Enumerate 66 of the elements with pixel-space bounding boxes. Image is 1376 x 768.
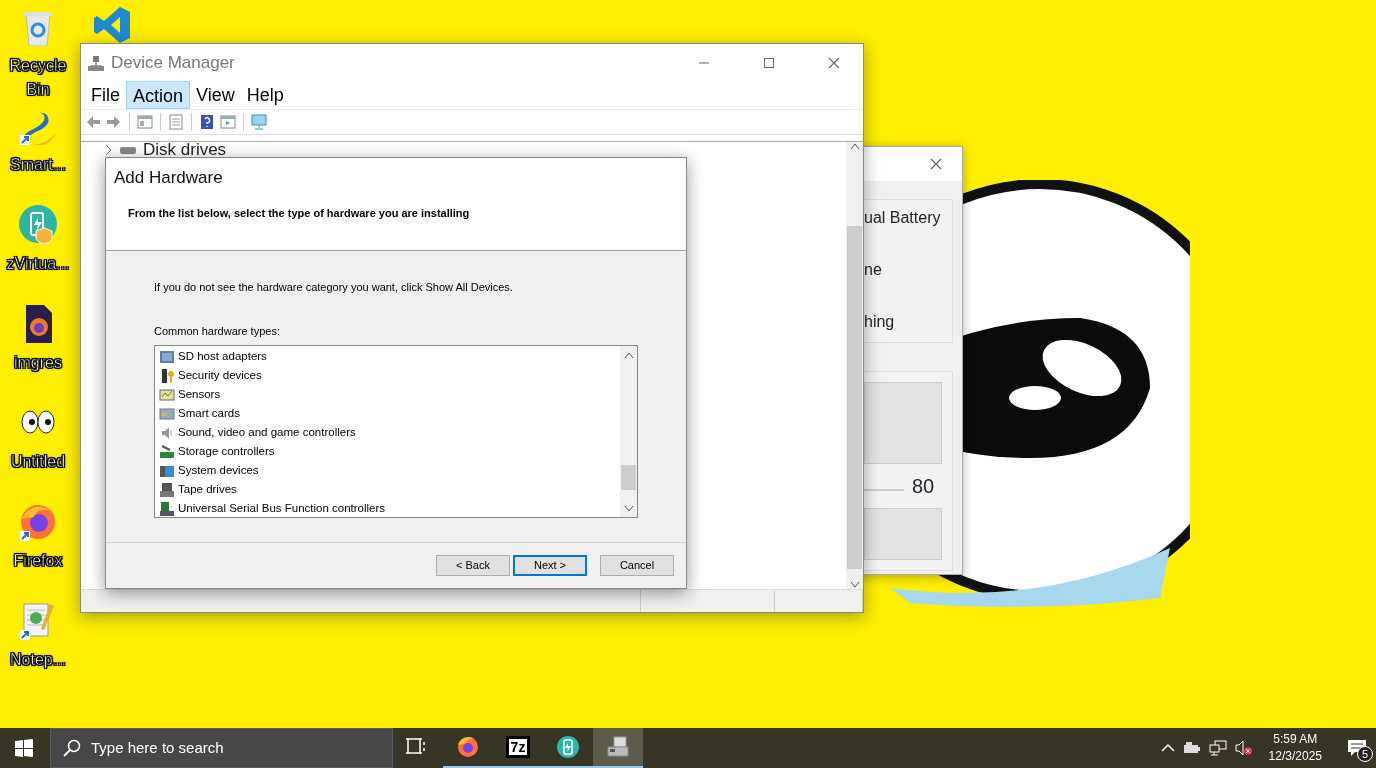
speaker-muted-icon[interactable] (1234, 740, 1253, 756)
menu-item[interactable]: Action (126, 81, 191, 109)
scrollbar-thumb[interactable] (621, 465, 636, 490)
list-item[interactable]: Storage controllers (159, 442, 620, 461)
device-icon (159, 367, 175, 384)
device-icon (159, 481, 175, 498)
menu-item[interactable]: Help (240, 81, 290, 109)
taskbar-app-button[interactable] (593, 728, 643, 768)
back-arrow-icon[interactable] (85, 114, 101, 130)
tree-item[interactable]: Disk drives (143, 142, 227, 157)
clock-button[interactable]: 5:59 AM 12/3/2025 (1260, 730, 1330, 766)
hint-text: If you do not see the hardware category you want, click Show All Devices. (154, 280, 514, 295)
device-manager-icon (88, 54, 104, 71)
notification-button[interactable]: 5 (1338, 728, 1376, 768)
device-icon (159, 405, 175, 422)
scrollbar-thumb[interactable] (847, 226, 862, 569)
option-label: hing (864, 312, 896, 332)
close-icon[interactable] (827, 55, 841, 70)
scroll-up-icon[interactable] (623, 351, 634, 359)
chevron-up-icon[interactable] (1160, 743, 1175, 753)
hardware-type-list[interactable]: SD host adapters Security devices Sensors Smart cards Sound, video and game controllers Storage controllers System devices Tape drives Universal Serial Bus Function controllers (154, 345, 638, 518)
menu-item[interactable]: File (85, 81, 126, 109)
list-item[interactable]: Tape drives (159, 480, 620, 499)
cancel-button[interactable]: Cancel (600, 555, 674, 576)
list-item[interactable]: Sound, video and game controllers (159, 423, 620, 442)
dialog-title: Add Hardware (114, 167, 224, 189)
search-icon (63, 739, 81, 757)
window-title: Device Manager (111, 51, 235, 74)
device-icon (159, 443, 175, 460)
device-icon (159, 500, 175, 517)
option-label: ual Battery (864, 208, 942, 228)
list-item[interactable]: SD host adapters (159, 347, 620, 366)
scroll-down-icon[interactable] (623, 505, 634, 513)
firefox-icon[interactable] (456, 735, 480, 759)
option-label: ne (864, 260, 883, 280)
menu-item[interactable]: View (190, 81, 241, 109)
code-editor-icon[interactable] (92, 5, 132, 45)
taskbar-app-button[interactable]: 7z (493, 728, 543, 768)
device-manager-icon[interactable] (606, 735, 630, 759)
close-icon[interactable] (930, 158, 942, 170)
back-button[interactable]: < Back (436, 555, 510, 576)
list-item[interactable]: Sensors (159, 385, 620, 404)
scroll-down-icon[interactable] (849, 581, 860, 589)
device-icon (159, 386, 175, 403)
battery-icon[interactable] (1182, 741, 1201, 755)
list-item[interactable]: Universal Serial Bus Function controllers (159, 499, 620, 518)
disk-drive-icon (119, 144, 137, 156)
scroll-up-icon[interactable] (849, 142, 860, 150)
search-placeholder: Type here to search (91, 737, 224, 758)
search-field[interactable]: Type here to search (50, 728, 393, 768)
dialog-heading: From the list below, select the type of hardware you are installing (128, 205, 471, 221)
network-icon[interactable] (1208, 740, 1227, 756)
maximize-icon[interactable] (762, 55, 776, 70)
next-button[interactable]: Next > (513, 555, 587, 576)
monitor-icon[interactable] (251, 114, 267, 130)
expand-caret-icon[interactable] (103, 144, 113, 156)
battery-icon[interactable] (556, 735, 580, 759)
device-icon (159, 348, 175, 365)
forward-arrow-icon[interactable] (106, 114, 122, 130)
slider-value: 80 (912, 474, 935, 499)
windows-logo-icon (15, 739, 33, 757)
help-icon[interactable] (199, 114, 215, 130)
list-item[interactable]: Smart cards (159, 404, 620, 423)
list-item[interactable]: Security devices (159, 366, 620, 385)
list-item[interactable]: System devices (159, 461, 620, 480)
list-label: Common hardware types: (154, 323, 281, 339)
